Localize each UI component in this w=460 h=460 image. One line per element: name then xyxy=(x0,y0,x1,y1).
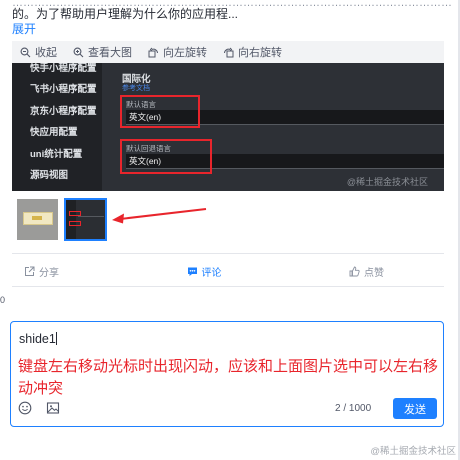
preview-sidebar-item: 京东小程序配置 xyxy=(30,106,97,117)
annotation-box-1 xyxy=(120,95,200,128)
comment-button[interactable]: 评论 xyxy=(144,264,264,279)
annotation-note: 键盘左右移动光标时出现闪动，应该和上面图片选中可以左右移动冲突 xyxy=(18,358,439,397)
emoji-icon[interactable] xyxy=(18,401,32,415)
thumbnail-1[interactable] xyxy=(17,199,58,240)
article-intro: …………………………………………………………………………………………………………… xyxy=(12,0,452,23)
comment-icon xyxy=(187,267,197,276)
collapse-icon xyxy=(20,47,31,57)
article-intro-text: 的。为了帮助用户理解为什么你的应用程... xyxy=(12,7,239,21)
rotate-right-icon xyxy=(224,47,234,57)
view-large-label: 查看大图 xyxy=(88,47,132,59)
annotation-box-2 xyxy=(120,139,212,174)
thumbnail-2-sidebar xyxy=(66,200,76,239)
comment-count-fragment: 0 xyxy=(0,295,6,305)
image-upload-icon[interactable] xyxy=(46,401,60,415)
preview-sidebar-item: 飞书小程序配置 xyxy=(30,84,97,95)
share-label: 分享 xyxy=(39,267,59,279)
red-arrow-icon xyxy=(112,208,207,224)
preview-sidebar-item: 快应用配置 xyxy=(30,127,78,138)
preview-sidebar: 快手小程序配置 飞书小程序配置 京东小程序配置 快应用配置 uni统计配置 源码… xyxy=(12,63,102,191)
thumbnail-2-box xyxy=(69,221,81,226)
divider xyxy=(12,286,444,287)
comment-input[interactable]: shide1 xyxy=(19,332,57,346)
preview-sidebar-item: uni统计配置 xyxy=(30,149,83,160)
preview-sidebar-item: 源码视图 xyxy=(30,170,69,181)
send-button[interactable]: 发送 xyxy=(393,398,437,419)
preview-image[interactable]: 快手小程序配置 飞书小程序配置 京东小程序配置 快应用配置 uni统计配置 源码… xyxy=(12,63,444,191)
char-counter: 2 / 1000 xyxy=(335,403,372,414)
comment-label: 评论 xyxy=(201,267,222,279)
rotate-right-button[interactable]: 向右旋转 xyxy=(223,44,282,60)
collapse-label: 收起 xyxy=(35,47,57,59)
like-label: 点赞 xyxy=(364,267,384,279)
rotate-left-button[interactable]: 向左旋转 xyxy=(148,44,207,60)
watermark: @稀土掘金技术社区 xyxy=(370,446,456,457)
collapse-button[interactable]: 收起 xyxy=(20,44,57,60)
thumbnail-1-mark xyxy=(32,216,42,220)
thumbnail-2-selected[interactable] xyxy=(64,198,107,241)
preview-sidebar-item: 快手小程序配置 xyxy=(30,63,97,74)
image-toolbar: 收起 查看大图 向左旋转 向右旋转 xyxy=(12,41,444,63)
text-caret xyxy=(55,332,57,345)
divider xyxy=(12,253,444,254)
share-button[interactable]: 分享 xyxy=(12,264,144,279)
rotate-right-label: 向右旋转 xyxy=(238,47,282,59)
preview-watermark: @稀土掘金技术社区 xyxy=(346,177,428,187)
rotate-left-label: 向左旋转 xyxy=(163,47,207,59)
zoom-icon xyxy=(73,47,84,57)
post-actions: 分享 评论 点赞 xyxy=(12,262,444,280)
share-icon xyxy=(25,266,35,276)
rotate-left-icon xyxy=(148,47,158,57)
preview-doc-link: 参考文档 xyxy=(122,85,150,92)
thumbnail-2-line xyxy=(78,216,104,217)
expand-link[interactable]: 展开 xyxy=(12,20,36,37)
like-button[interactable]: 点赞 xyxy=(264,264,444,279)
comment-input-text: shide1 xyxy=(19,332,56,346)
article-intro-cut-line: …………………………………………………………………………………………………………… xyxy=(12,0,452,6)
view-large-button[interactable]: 查看大图 xyxy=(73,44,132,60)
thumbs-up-icon xyxy=(349,266,360,276)
